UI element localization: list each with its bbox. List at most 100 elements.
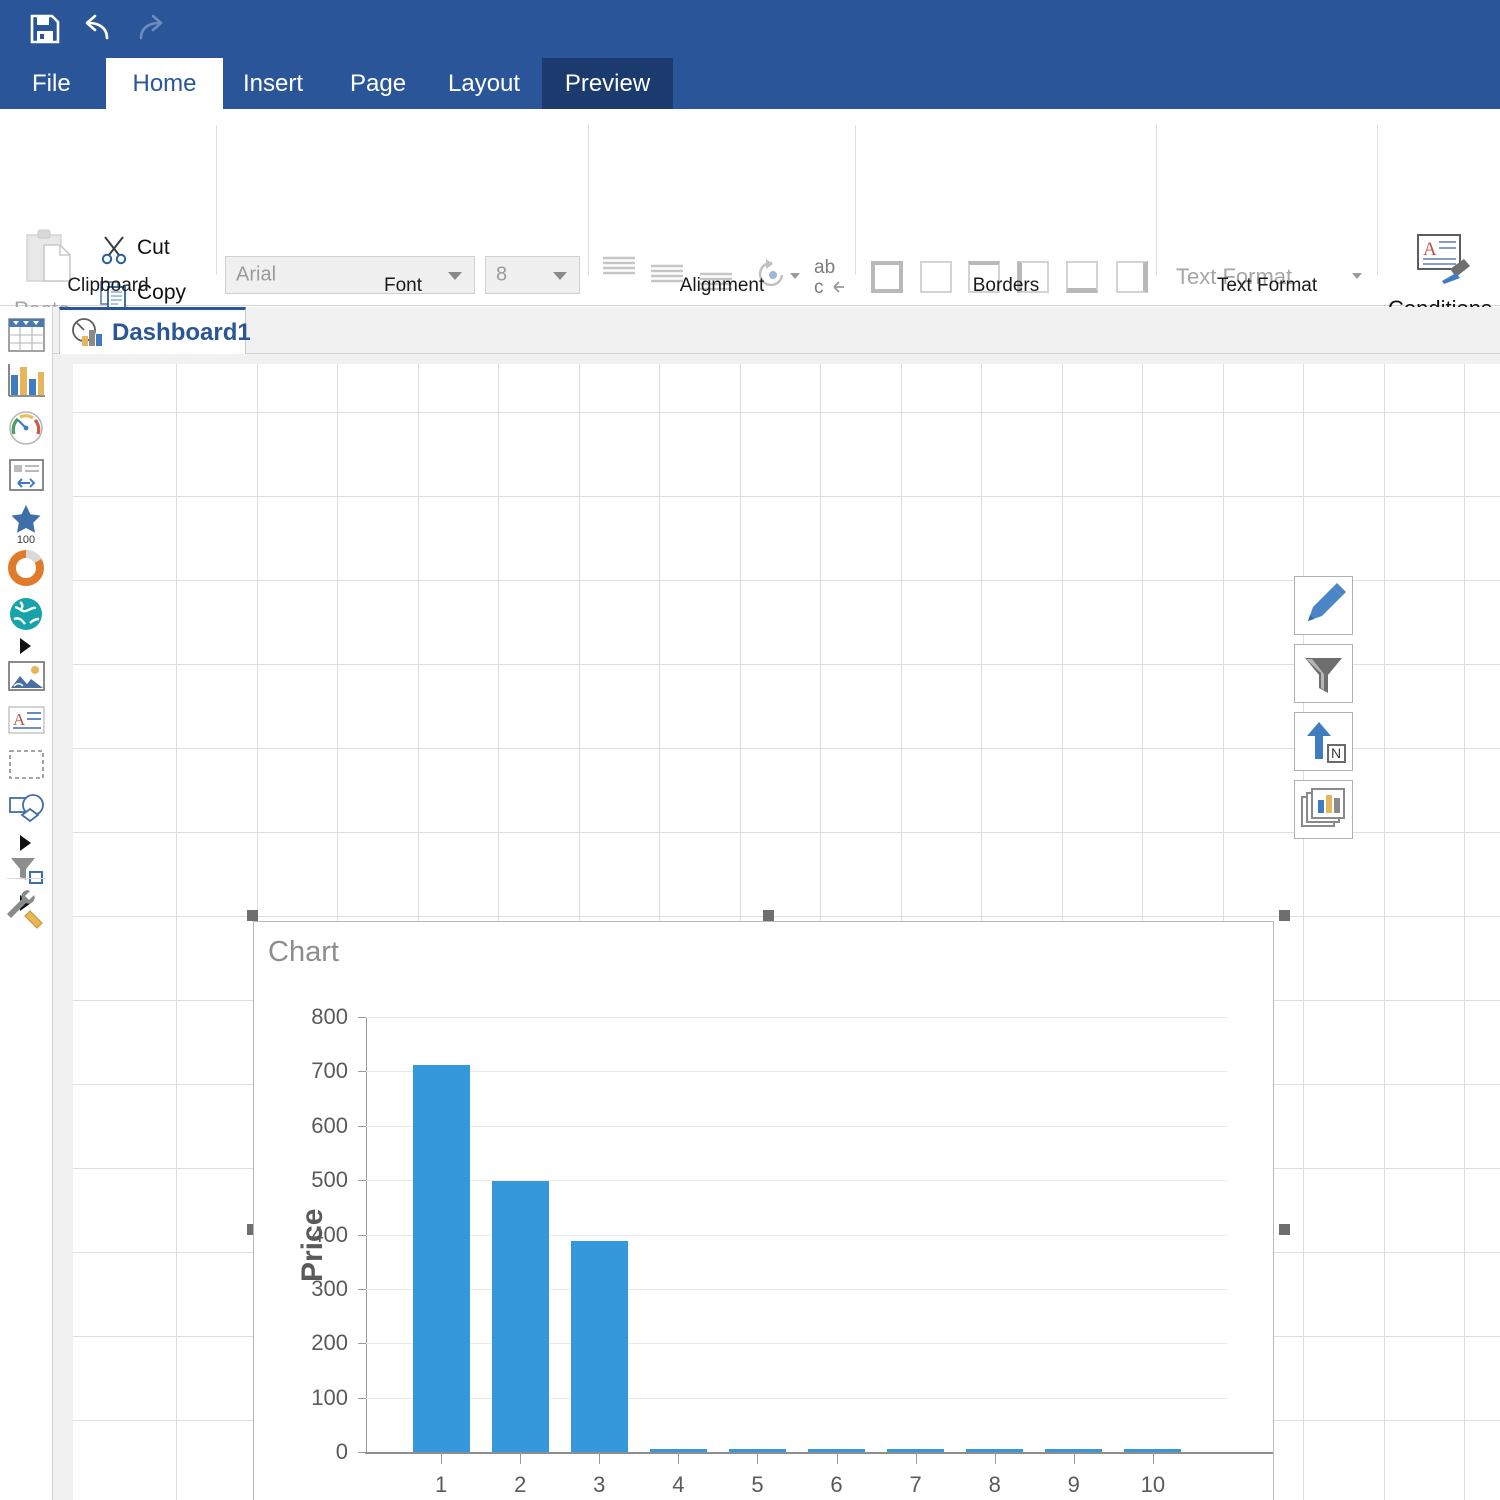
- ribbon-tab-insert[interactable]: Insert: [226, 58, 320, 109]
- sidebar-item-shape[interactable]: [6, 789, 47, 831]
- chart-y-tick: [358, 1125, 366, 1127]
- sidebar-divider: [7, 878, 46, 879]
- sidebar-expand-map-icon[interactable]: [20, 638, 31, 654]
- chart-x-tick: [915, 1452, 917, 1464]
- chart-y-tick-label: 700: [311, 1058, 348, 1084]
- ribbon-tab-layout[interactable]: Layout: [432, 58, 534, 109]
- undo-icon[interactable]: [76, 6, 122, 52]
- chart-x-tick: [1152, 1452, 1154, 1464]
- sidebar-item-form[interactable]: [6, 455, 47, 495]
- grid-line-vertical: [1384, 364, 1385, 1500]
- selection-handle-top-right[interactable]: [1279, 910, 1290, 921]
- sidebar-item-map[interactable]: [6, 593, 47, 635]
- chart-x-tick: [994, 1452, 996, 1464]
- chart-x-tick: [441, 1452, 443, 1464]
- chart-y-tick-label: 600: [311, 1112, 348, 1138]
- chart-y-tick: [358, 1397, 366, 1399]
- chart-bar[interactable]: [491, 1181, 549, 1452]
- dashboard-icon: [70, 316, 108, 355]
- ribbon-tab-home[interactable]: Home: [106, 58, 223, 109]
- chart-gridline: [366, 1017, 1228, 1018]
- chart-x-tick-label: 7: [909, 1472, 922, 1497]
- sheet-tab-dashboard1[interactable]: Dashboard1: [59, 307, 251, 355]
- sort-chart-button[interactable]: N: [1294, 712, 1353, 771]
- sidebar-item-gauge[interactable]: [6, 407, 47, 449]
- grid-line-horizontal: [73, 496, 1500, 497]
- chart-x-tick-label: 1: [435, 1472, 448, 1497]
- grid-line-horizontal: [73, 748, 1500, 749]
- sidebar-item-image[interactable]: [6, 657, 47, 697]
- selection-handle-top-center[interactable]: [763, 910, 774, 921]
- chart-y-tick: [358, 1234, 366, 1236]
- grid-line-vertical: [1303, 364, 1304, 1500]
- conditions-icon[interactable]: A: [1406, 231, 1478, 298]
- chart-y-tick-label: 400: [311, 1221, 348, 1247]
- chart-y-tick: [358, 1288, 366, 1290]
- sidebar-expand-shape-icon[interactable]: [20, 835, 31, 851]
- sidebar-item-text[interactable]: A: [6, 701, 47, 741]
- sidebar-item-container[interactable]: [6, 745, 47, 785]
- sidebar-item-chart[interactable]: [6, 359, 47, 401]
- chart-bar[interactable]: [412, 1064, 470, 1452]
- chart-x-tick-label: 6: [830, 1472, 843, 1497]
- sidebar-item-table[interactable]: [6, 315, 47, 355]
- chart-gridline: [366, 1125, 1228, 1127]
- sidebar-item-filter[interactable]: [6, 851, 47, 893]
- sheet-tab-label: Dashboard1: [112, 319, 251, 346]
- grid-line-horizontal: [73, 664, 1500, 665]
- chart-y-tick-label: 100: [311, 1384, 348, 1410]
- chart-y-tick: [358, 1452, 366, 1453]
- group-separator: [855, 125, 856, 275]
- save-icon[interactable]: [22, 6, 68, 52]
- chart-y-tick-label: 800: [311, 1004, 348, 1029]
- group-label-font: Font: [383, 275, 423, 296]
- chart-type-button[interactable]: [1294, 780, 1353, 839]
- redo-icon[interactable]: [126, 6, 172, 52]
- grid-line-horizontal: [73, 412, 1500, 413]
- chart-x-tick: [1073, 1452, 1075, 1464]
- chart-x-tick-label: 2: [514, 1472, 527, 1497]
- ribbon-tab-strip: File Home Insert Page Layout Preview: [0, 58, 1500, 109]
- ribbon-tab-preview[interactable]: Preview: [542, 58, 673, 109]
- sheet-tab-row: Dashboard1: [53, 307, 1500, 354]
- chart-y-tick: [358, 1343, 366, 1345]
- chart-bar[interactable]: [570, 1241, 628, 1452]
- selection-handle-top-left[interactable]: [247, 910, 258, 921]
- ribbon-body: Paste Cut Copy Delete Clipboard Arial: [0, 109, 1500, 354]
- chart-x-tick: [757, 1452, 759, 1464]
- group-separator: [588, 125, 589, 275]
- sidebar-item-donut[interactable]: [6, 547, 47, 589]
- widget-sidebar: 100 A: [0, 307, 53, 1500]
- ribbon-tab-page[interactable]: Page: [334, 58, 416, 109]
- svg-text:N: N: [1331, 745, 1341, 761]
- canvas-area[interactable]: Chart Price Rank 01002003004005006007008…: [53, 354, 1500, 1500]
- chart-x-tick: [520, 1452, 522, 1464]
- chart-widget[interactable]: Chart Price Rank 01002003004005006007008…: [253, 921, 1274, 1500]
- chart-x-tick-label: 4: [672, 1472, 685, 1497]
- group-label-borders: Borders: [972, 275, 1040, 296]
- ribbon-tab-file[interactable]: File: [16, 58, 84, 109]
- chart-x-tick-label: 9: [1067, 1472, 1080, 1497]
- group-separator: [1377, 125, 1378, 275]
- cut-icon[interactable]: [98, 233, 130, 270]
- group-separator: [216, 125, 217, 275]
- svg-text:100: 100: [17, 534, 35, 545]
- grid-line-horizontal: [73, 832, 1500, 833]
- chart-y-tick: [358, 1180, 366, 1182]
- sidebar-item-kpi[interactable]: 100: [6, 500, 47, 546]
- quick-access-toolbar: [0, 0, 1500, 58]
- edit-chart-button[interactable]: [1294, 576, 1353, 635]
- grid-line-horizontal: [73, 580, 1500, 581]
- chart-plot-area: 0 100 200 300 400 500 600 700 800 1 2 3 4 5 6 7 8 9 10: [311, 1004, 1273, 1497]
- grid-line-vertical: [176, 364, 177, 1500]
- cut-label[interactable]: Cut: [137, 236, 170, 260]
- sidebar-item-tools[interactable]: [6, 889, 47, 931]
- group-label-alignment: Alignment: [679, 275, 765, 296]
- chart-y-tick-label: 300: [311, 1275, 348, 1301]
- chart-x-tick-label: 10: [1140, 1472, 1166, 1497]
- dashboard-canvas[interactable]: Chart Price Rank 01002003004005006007008…: [73, 364, 1500, 1500]
- chart-y-tick-label: 200: [311, 1330, 348, 1356]
- chart-x-tick-label: 8: [988, 1472, 1001, 1497]
- filter-chart-button[interactable]: [1294, 644, 1353, 703]
- selection-handle-middle-right[interactable]: [1279, 1224, 1290, 1235]
